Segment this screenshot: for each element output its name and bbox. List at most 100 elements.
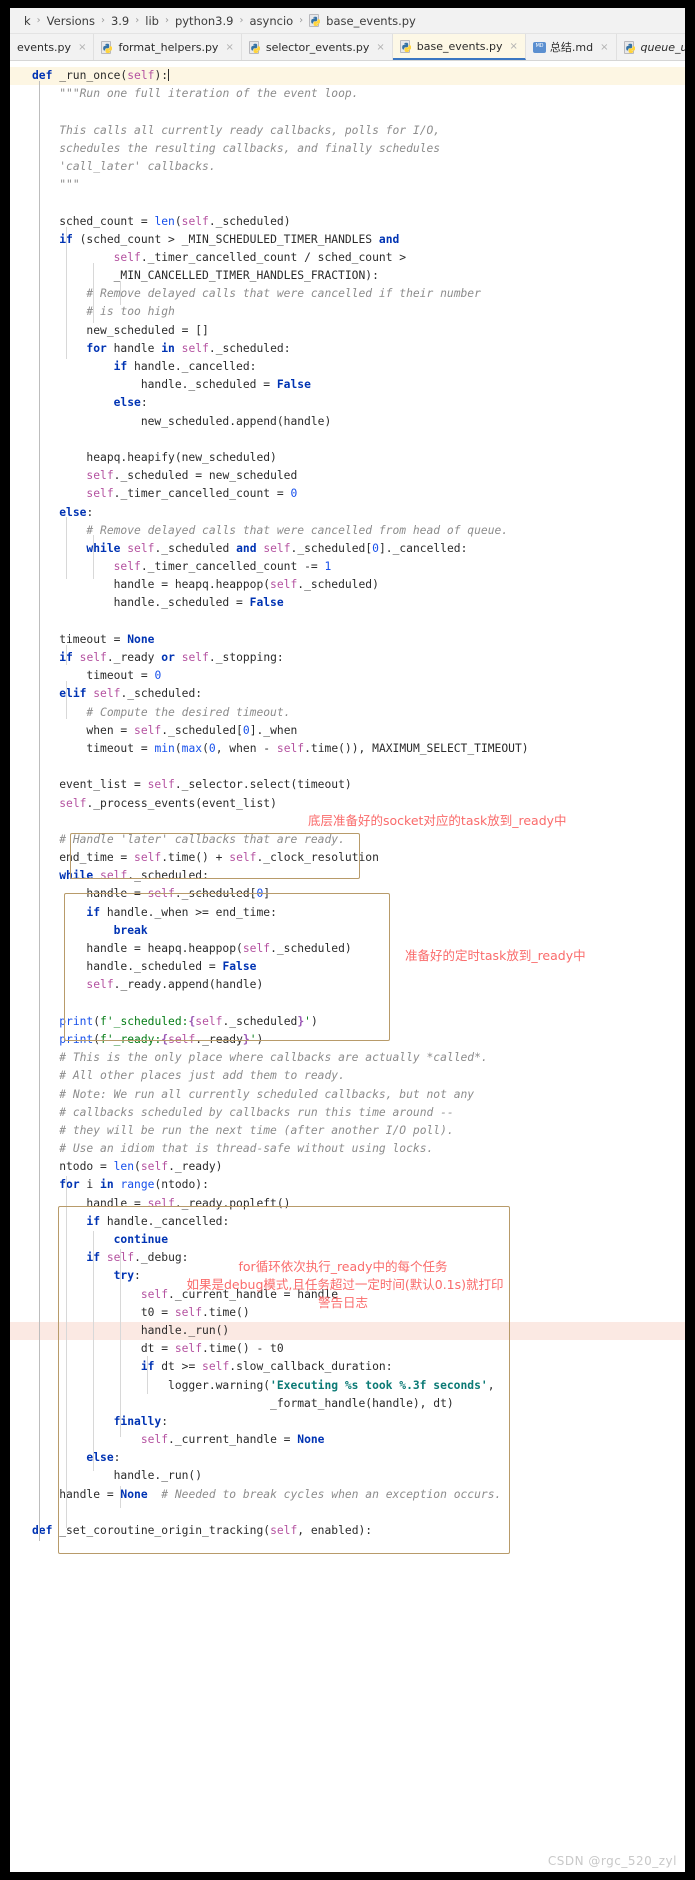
- code-content[interactable]: def _run_once(self): """Run one full ite…: [10, 67, 685, 1540]
- code-line[interactable]: for i in range(ntodo):: [10, 1176, 685, 1194]
- close-icon[interactable]: ×: [600, 42, 608, 53]
- code-line[interactable]: """Run one full iteration of the event l…: [10, 85, 685, 103]
- code-line[interactable]: when = self._scheduled[0]._when: [10, 722, 685, 740]
- code-line[interactable]: # Remove delayed calls that were cancell…: [10, 285, 685, 303]
- code-line[interactable]: if (sched_count > _MIN_SCHEDULED_TIMER_H…: [10, 231, 685, 249]
- code-line[interactable]: else:: [10, 504, 685, 522]
- code-line[interactable]: [10, 194, 685, 212]
- breadcrumb-item-5[interactable]: asyncio: [247, 14, 295, 28]
- breadcrumb[interactable]: k › Versions › 3.9 › lib › python3.9 › a…: [10, 8, 685, 34]
- code-line[interactable]: self._process_events(event_list): [10, 795, 685, 813]
- code-line[interactable]: if handle._cancelled:: [10, 1213, 685, 1231]
- code-line[interactable]: handle._scheduled = False: [10, 594, 685, 612]
- code-line[interactable]: dt = self.time() - t0: [10, 1340, 685, 1358]
- tab-events-py[interactable]: events.py ×: [10, 34, 95, 60]
- code-line[interactable]: end_time = self.time() + self._clock_res…: [10, 849, 685, 867]
- code-line[interactable]: # Remove delayed calls that were cancell…: [10, 522, 685, 540]
- code-line[interactable]: else:: [10, 1449, 685, 1467]
- code-line[interactable]: sched_count = len(self._scheduled): [10, 213, 685, 231]
- code-line[interactable]: handle._scheduled = False: [10, 376, 685, 394]
- breadcrumb-separator: ›: [135, 15, 140, 26]
- code-line[interactable]: 'call_later' callbacks.: [10, 158, 685, 176]
- code-line[interactable]: handle = self._scheduled[0]: [10, 885, 685, 903]
- breadcrumb-item-file[interactable]: base_events.py: [307, 14, 418, 28]
- code-line[interactable]: continue: [10, 1231, 685, 1249]
- tab-queue-us[interactable]: queue_us: [617, 34, 685, 60]
- breadcrumb-item-2[interactable]: 3.9: [109, 14, 131, 28]
- code-line[interactable]: handle = None # Needed to break cycles w…: [10, 1486, 685, 1504]
- code-line[interactable]: timeout = None: [10, 631, 685, 649]
- close-icon[interactable]: ×: [510, 41, 518, 52]
- breadcrumb-item-0[interactable]: k: [22, 14, 33, 28]
- code-line[interactable]: # This is the only place where callbacks…: [10, 1049, 685, 1067]
- code-line[interactable]: _MIN_CANCELLED_TIMER_HANDLES_FRACTION):: [10, 267, 685, 285]
- code-line[interactable]: """: [10, 176, 685, 194]
- code-line[interactable]: def _run_once(self):: [10, 67, 685, 86]
- tab-label: format_helpers.py: [118, 40, 219, 54]
- code-line[interactable]: for handle in self._scheduled:: [10, 340, 685, 358]
- code-line[interactable]: new_scheduled = []: [10, 322, 685, 340]
- code-line[interactable]: handle = heapq.heappop(self._scheduled): [10, 576, 685, 594]
- code-line[interactable]: break: [10, 922, 685, 940]
- code-line[interactable]: self._ready.append(handle): [10, 976, 685, 994]
- code-line[interactable]: handle._run(): [10, 1321, 685, 1341]
- tab-format-helpers-py[interactable]: format_helpers.py ×: [94, 34, 242, 60]
- code-line[interactable]: heapq.heapify(new_scheduled): [10, 449, 685, 467]
- code-line[interactable]: self._scheduled = new_scheduled: [10, 467, 685, 485]
- code-line[interactable]: This calls all currently ready callbacks…: [10, 122, 685, 140]
- close-icon[interactable]: ×: [376, 42, 384, 53]
- code-line[interactable]: self._timer_cancelled_count = 0: [10, 485, 685, 503]
- code-line[interactable]: self._timer_cancelled_count -= 1: [10, 558, 685, 576]
- breadcrumb-separator: ›: [100, 15, 105, 26]
- code-line[interactable]: [10, 431, 685, 449]
- tab-selector-events-py[interactable]: selector_events.py ×: [242, 34, 393, 60]
- close-icon[interactable]: ×: [225, 42, 233, 53]
- breadcrumb-item-1[interactable]: Versions: [45, 14, 97, 28]
- code-editor[interactable]: def _run_once(self): """Run one full ite…: [10, 61, 685, 1872]
- code-line[interactable]: else:: [10, 394, 685, 412]
- code-line[interactable]: while self._scheduled and self._schedule…: [10, 540, 685, 558]
- code-line[interactable]: def _set_coroutine_origin_tracking(self,…: [10, 1522, 685, 1540]
- code-line[interactable]: self._current_handle = None: [10, 1431, 685, 1449]
- code-line[interactable]: if self._ready or self._stopping:: [10, 649, 685, 667]
- close-icon[interactable]: ×: [78, 42, 86, 53]
- code-line[interactable]: schedules the resulting callbacks, and f…: [10, 140, 685, 158]
- code-line[interactable]: [10, 1504, 685, 1522]
- code-line[interactable]: [10, 613, 685, 631]
- code-line[interactable]: event_list = self._selector.select(timeo…: [10, 776, 685, 794]
- code-line[interactable]: # callbacks scheduled by callbacks run t…: [10, 1104, 685, 1122]
- code-line[interactable]: # is too high: [10, 303, 685, 321]
- code-line[interactable]: timeout = 0: [10, 667, 685, 685]
- code-line[interactable]: [10, 995, 685, 1013]
- code-line[interactable]: # Compute the desired timeout.: [10, 704, 685, 722]
- code-line[interactable]: # Handle 'later' callbacks that are read…: [10, 831, 685, 849]
- code-line[interactable]: print(f'_scheduled:{self._scheduled}'): [10, 1013, 685, 1031]
- code-line[interactable]: # Use an idiom that is thread-safe witho…: [10, 1140, 685, 1158]
- code-line[interactable]: ntodo = len(self._ready): [10, 1158, 685, 1176]
- code-line[interactable]: # Note: We run all currently scheduled c…: [10, 1086, 685, 1104]
- breadcrumb-item-3[interactable]: lib: [143, 14, 161, 28]
- code-line[interactable]: logger.warning('Executing %s took %.3f s…: [10, 1377, 685, 1395]
- code-line[interactable]: # All other places just add them to read…: [10, 1067, 685, 1085]
- code-line[interactable]: new_scheduled.append(handle): [10, 413, 685, 431]
- code-line[interactable]: [10, 103, 685, 121]
- code-line[interactable]: handle = self._ready.popleft(): [10, 1195, 685, 1213]
- tab-base-events-py[interactable]: base_events.py ×: [392, 34, 526, 60]
- code-line[interactable]: if dt >= self.slow_callback_duration:: [10, 1358, 685, 1376]
- code-line[interactable]: _format_handle(handle), dt): [10, 1395, 685, 1413]
- annotation-text-timer-ready: 准备好的定时task放到_ready中: [405, 948, 586, 963]
- code-line[interactable]: [10, 758, 685, 776]
- code-line[interactable]: timeout = min(max(0, when - self.time())…: [10, 740, 685, 758]
- code-line[interactable]: if handle._when >= end_time:: [10, 904, 685, 922]
- editor-tab-bar[interactable]: events.py × format_helpers.py × selector…: [10, 34, 685, 61]
- code-line[interactable]: self._timer_cancelled_count / sched_coun…: [10, 249, 685, 267]
- code-line[interactable]: # they will be run the next time (after …: [10, 1122, 685, 1140]
- tab-summary-md[interactable]: 总结.md ×: [526, 34, 617, 60]
- code-line[interactable]: handle._run(): [10, 1467, 685, 1485]
- code-line[interactable]: if handle._cancelled:: [10, 358, 685, 376]
- code-line[interactable]: finally:: [10, 1413, 685, 1431]
- code-line[interactable]: elif self._scheduled:: [10, 685, 685, 703]
- code-line[interactable]: print(f'_ready:{self._ready}'): [10, 1031, 685, 1049]
- breadcrumb-item-4[interactable]: python3.9: [173, 14, 236, 28]
- code-line[interactable]: while self._scheduled:: [10, 867, 685, 885]
